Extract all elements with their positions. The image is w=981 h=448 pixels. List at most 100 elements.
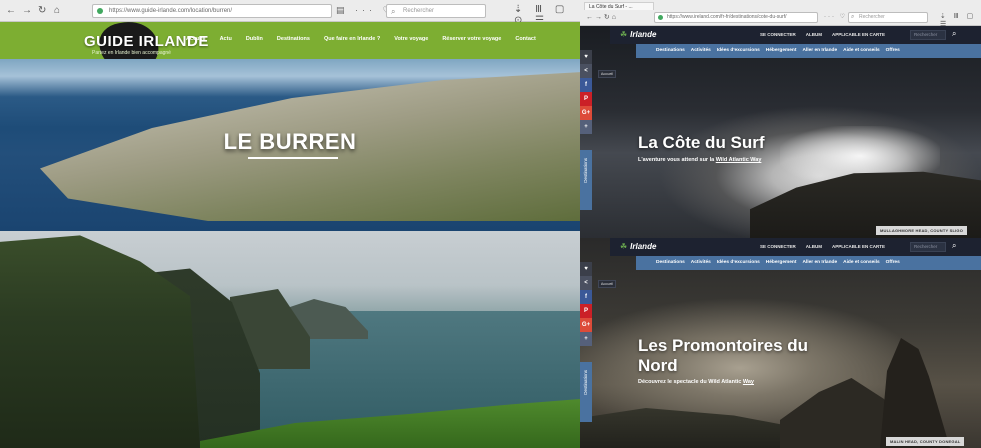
menu-item-votre-voyage[interactable]: Votre voyage bbox=[394, 36, 428, 42]
hero-subtitle-text: Découvrez le spectacle du Wild Atlantic bbox=[638, 379, 743, 385]
nav-aide[interactable]: Aide et conseils bbox=[843, 48, 880, 53]
side-tab-label: Destinations bbox=[583, 158, 588, 183]
ireland-site-header: ☘ Irlande SE CONNECTER ALBUM APPLICABLE E… bbox=[610, 26, 981, 44]
photo-caption: MALIN HEAD, COUNTY DONEGAL bbox=[886, 437, 965, 446]
share-icon[interactable]: < bbox=[580, 64, 592, 78]
hero-title-line2: Nord bbox=[638, 356, 678, 375]
search-icon[interactable]: ⌕ bbox=[952, 241, 956, 251]
site-search-input[interactable]: Rechercher bbox=[910, 30, 946, 40]
nav-hebergement[interactable]: Hébergement bbox=[766, 260, 797, 265]
back-icon[interactable]: ← bbox=[6, 5, 16, 17]
google-plus-icon[interactable]: G+ bbox=[580, 106, 592, 120]
header-links: SE CONNECTER ALBUM APPLICABLE EN CARTE bbox=[760, 244, 885, 249]
hero-subtitle: L'aventure vous attend sur la Wild Atlan… bbox=[638, 157, 761, 163]
nav-offres[interactable]: Offres bbox=[886, 260, 900, 265]
guide-irlande-header: GUIDE IRLANDE Partez en Irlande bien acc… bbox=[0, 18, 580, 76]
ireland-site-header: ☘ Irlande SE CONNECTER ALBUM APPLICABLE E… bbox=[610, 238, 981, 256]
breadcrumb-home[interactable]: Accueil bbox=[598, 280, 616, 288]
lock-icon bbox=[97, 8, 103, 14]
left-search-placeholder: Rechercher bbox=[403, 8, 435, 14]
nav-aller[interactable]: Aller en Irlande bbox=[802, 260, 837, 265]
right-top-search-placeholder: Rechercher bbox=[859, 14, 885, 20]
menu-item-dublin[interactable]: Dublin bbox=[246, 36, 263, 42]
shamrock-icon: ☘ bbox=[620, 30, 628, 39]
more-share-icon[interactable]: + bbox=[580, 120, 592, 134]
menu-item-destinations[interactable]: Destinations bbox=[277, 36, 310, 42]
ireland-logo[interactable]: ☘ Irlande bbox=[620, 30, 656, 39]
right-top-browser-toolbar: La Côte du Surf - ... ← → ↻ ⌂ https://ww… bbox=[580, 0, 981, 28]
breadcrumb-home[interactable]: Accueil bbox=[598, 70, 616, 78]
google-plus-icon[interactable]: G+ bbox=[580, 318, 592, 332]
right-bottom-browser-window: ☘ Irlande SE CONNECTER ALBUM APPLICABLE E… bbox=[580, 238, 981, 448]
nav-hebergement[interactable]: Hébergement bbox=[766, 48, 797, 53]
social-share-bar: ♥ < f P G+ + bbox=[580, 50, 592, 134]
forward-icon[interactable]: → bbox=[22, 5, 32, 17]
header-links: SE CONNECTER ALBUM APPLICABLE EN CARTE bbox=[760, 32, 885, 37]
photo-caption: MULLAGHMORE HEAD, COUNTY SLIGO bbox=[876, 226, 968, 235]
ireland-logo[interactable]: ☘ Irlande bbox=[620, 242, 656, 251]
nav-icons[interactable]: ← → ↻ ⌂ bbox=[586, 13, 616, 21]
hero-title-underline bbox=[248, 157, 338, 159]
nav-aide[interactable]: Aide et conseils bbox=[843, 260, 880, 265]
wild-atlantic-way-link[interactable]: Way bbox=[743, 379, 754, 385]
login-link[interactable]: SE CONNECTER bbox=[760, 32, 796, 37]
map-link[interactable]: APPLICABLE EN CARTE bbox=[832, 32, 885, 37]
hero-title-line1: Les Promontoires du bbox=[638, 336, 809, 355]
favorite-heart-icon[interactable]: ♥ bbox=[580, 50, 592, 64]
login-link[interactable]: SE CONNECTER bbox=[760, 244, 796, 249]
nav-offres[interactable]: Offres bbox=[886, 48, 900, 53]
hero-subtitle-text: L'aventure vous attend sur la bbox=[638, 157, 716, 163]
right-top-url-text: https://www.ireland.com/fr-fr/destinatio… bbox=[667, 14, 787, 20]
burren-hero-image: LE BURREN bbox=[0, 59, 580, 231]
search-icon: ⌕ bbox=[851, 14, 855, 20]
search-icon: ⌕ bbox=[391, 7, 396, 16]
pinterest-icon[interactable]: P bbox=[580, 304, 592, 318]
share-icon[interactable]: < bbox=[580, 276, 592, 290]
right-top-address-bar[interactable]: https://www.ireland.com/fr-fr/destinatio… bbox=[654, 12, 818, 23]
side-tab-label: Destinations bbox=[583, 370, 588, 395]
left-browser-search[interactable]: ⌕ Rechercher bbox=[386, 4, 486, 18]
right-top-browser-window: La Côte du Surf - ... ← → ↻ ⌂ https://ww… bbox=[580, 0, 981, 238]
nav-activites[interactable]: Activités bbox=[691, 48, 711, 53]
nav-destinations[interactable]: Destinations bbox=[656, 48, 685, 53]
facebook-icon[interactable]: f bbox=[580, 78, 592, 92]
menu-item-reserver[interactable]: Réserver votre voyage bbox=[442, 36, 501, 42]
menu-item-accueil[interactable]: Accueil bbox=[186, 36, 206, 42]
menu-item-contact[interactable]: Contact bbox=[515, 36, 535, 42]
screen: ← → ↻ ⌂ https://www.guide-irlande.com/lo… bbox=[0, 0, 981, 448]
browser-tab[interactable]: La Côte du Surf - ... bbox=[584, 2, 654, 10]
search-icon[interactable]: ⌕ bbox=[952, 29, 956, 39]
nav-destinations[interactable]: Destinations bbox=[656, 260, 685, 265]
cliffs-of-moher-image bbox=[0, 231, 580, 448]
wild-atlantic-way-link[interactable]: Wild Atlantic Way bbox=[716, 157, 762, 163]
home-icon[interactable]: ⌂ bbox=[54, 5, 60, 17]
map-link[interactable]: APPLICABLE EN CARTE bbox=[832, 244, 885, 249]
left-url-text: https://www.guide-irlande.com/location/b… bbox=[109, 8, 233, 14]
reload-icon[interactable]: ↻ bbox=[38, 5, 46, 17]
nav-aller[interactable]: Aller en Irlande bbox=[802, 48, 837, 53]
ireland-logo-text: Irlande bbox=[630, 30, 657, 39]
destinations-side-tab[interactable]: Destinations bbox=[580, 362, 592, 422]
menu-item-que-faire[interactable]: Que faire en Irlande ? bbox=[324, 36, 380, 42]
favorite-heart-icon[interactable]: ♥ bbox=[580, 262, 592, 276]
nav-idees[interactable]: Idées d'excursions bbox=[717, 48, 760, 53]
foreground-cliff bbox=[0, 235, 200, 448]
left-address-bar[interactable]: https://www.guide-irlande.com/location/b… bbox=[92, 4, 332, 18]
main-menu: Accueil Actu Dublin Destinations Que fai… bbox=[186, 36, 536, 42]
album-link[interactable]: ALBUM bbox=[806, 244, 822, 249]
pinterest-icon[interactable]: P bbox=[580, 92, 592, 106]
nav-idees[interactable]: Idées d'excursions bbox=[717, 260, 760, 265]
facebook-icon[interactable]: f bbox=[580, 290, 592, 304]
hero-subtitle: Découvrez le spectacle du Wild Atlantic … bbox=[638, 379, 754, 385]
destinations-side-tab[interactable]: Destinations bbox=[580, 150, 592, 210]
left-browser-window: ← → ↻ ⌂ https://www.guide-irlande.com/lo… bbox=[0, 0, 580, 448]
more-share-icon[interactable]: + bbox=[580, 332, 592, 346]
album-link[interactable]: ALBUM bbox=[806, 32, 822, 37]
social-share-bar: ♥ < f P G+ + bbox=[580, 262, 592, 346]
menu-item-actu[interactable]: Actu bbox=[220, 36, 232, 42]
right-top-browser-search[interactable]: ⌕ Rechercher bbox=[848, 12, 928, 23]
foreground-land bbox=[580, 408, 800, 448]
site-tagline: Partez en Irlande bien accompagné bbox=[92, 50, 171, 56]
nav-activites[interactable]: Activités bbox=[691, 260, 711, 265]
site-search-input[interactable]: Rechercher bbox=[910, 242, 946, 252]
